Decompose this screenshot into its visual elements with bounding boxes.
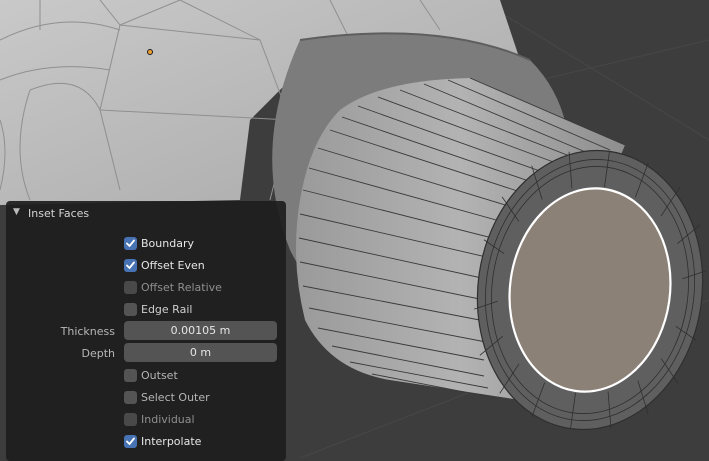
interpolate-label: Interpolate [141,435,202,448]
checkmark-icon [126,261,135,269]
option-boundary[interactable]: Boundary [6,233,286,255]
outset-label: Outset [141,369,178,382]
offset-even-checkbox[interactable] [124,259,137,272]
option-offset-relative[interactable]: Offset Relative [6,277,286,299]
select-outer-label: Select Outer [141,391,210,404]
option-interpolate[interactable]: Interpolate [6,431,286,453]
option-select-outer[interactable]: Select Outer [6,387,286,409]
operator-panel-inset-faces: ▼ Inset Faces Boundary Offset Even Offse… [6,201,286,461]
checkmark-icon [126,437,135,445]
individual-label: Individual [141,413,195,426]
option-individual[interactable]: Individual [6,409,286,431]
boundary-label: Boundary [141,237,194,250]
option-outset[interactable]: Outset [6,365,286,387]
individual-checkbox[interactable] [124,413,137,426]
outset-checkbox[interactable] [124,369,137,382]
offset-even-label: Offset Even [141,259,205,272]
thickness-field[interactable]: 0.00105 m [124,321,277,340]
panel-header[interactable]: ▼ Inset Faces [6,201,286,227]
checkmark-icon [126,239,135,247]
thickness-row: Thickness 0.00105 m [6,321,286,343]
offset-relative-label: Offset Relative [141,281,222,294]
option-edge-rail[interactable]: Edge Rail [6,299,286,321]
depth-field[interactable]: 0 m [124,343,277,362]
chevron-down-icon: ▼ [13,207,20,217]
panel-title: Inset Faces [28,207,90,220]
offset-relative-checkbox[interactable] [124,281,137,294]
edge-rail-checkbox[interactable] [124,303,137,316]
option-offset-even[interactable]: Offset Even [6,255,286,277]
interpolate-checkbox[interactable] [124,435,137,448]
origin-dot [147,49,153,55]
edge-rail-label: Edge Rail [141,303,193,316]
depth-row: Depth 0 m [6,343,286,365]
thickness-label: Thickness [60,325,115,338]
depth-label: Depth [81,347,115,360]
select-outer-checkbox[interactable] [124,391,137,404]
boundary-checkbox[interactable] [124,237,137,250]
